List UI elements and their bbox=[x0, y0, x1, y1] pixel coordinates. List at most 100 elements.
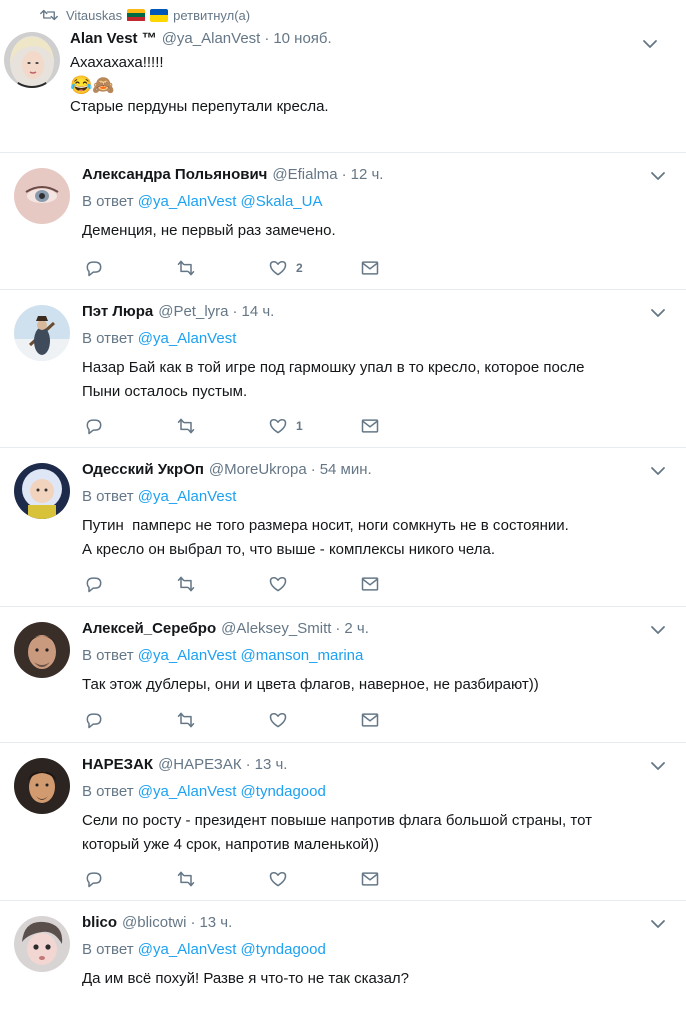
mention-link[interactable]: @ya_AlanVest bbox=[138, 488, 237, 505]
reply-line: Сели по росту - президент повыше напроти… bbox=[82, 812, 592, 829]
tweet-time[interactable]: 14 ч. bbox=[242, 303, 275, 320]
like-icon bbox=[269, 577, 287, 592]
reply-tweet[interactable]: Пэт Люра @Pet_lyra · 14 ч. В ответ @ya_A… bbox=[0, 289, 686, 447]
author-name[interactable]: Александра Польянович bbox=[82, 166, 267, 183]
author-name[interactable]: Алексей_Серебро bbox=[82, 620, 216, 637]
author-handle[interactable]: @blicotwi bbox=[122, 914, 186, 931]
mention-link[interactable]: @tyndagood bbox=[241, 941, 326, 958]
separator-dot: · bbox=[245, 756, 251, 773]
retweet-icon bbox=[177, 418, 195, 434]
avatar[interactable] bbox=[14, 463, 70, 519]
reply-icon bbox=[86, 261, 102, 277]
chevron-down-icon[interactable] bbox=[650, 758, 666, 774]
reply-button[interactable] bbox=[84, 416, 176, 436]
mention-link[interactable]: @ya_AlanVest bbox=[138, 647, 237, 664]
tweet-actions bbox=[84, 574, 452, 594]
author-handle[interactable]: @Pet_lyra bbox=[158, 303, 228, 320]
tweet-actions bbox=[84, 869, 452, 889]
reply-text: Так этож дублеры, они и цвета флагов, на… bbox=[82, 673, 662, 697]
author-name[interactable]: blico bbox=[82, 914, 117, 931]
reply-text: Деменция, не первый раз замечено. bbox=[82, 219, 662, 243]
retweet-icon bbox=[177, 871, 195, 887]
author-handle[interactable]: @Aleksey_Smitt bbox=[221, 620, 331, 637]
reply-tweet[interactable]: Алексей_Серебро @Aleksey_Smitt · 2 ч. В … bbox=[0, 606, 686, 742]
retweeter-name[interactable]: Vitauskas bbox=[66, 8, 122, 23]
reply-tweet[interactable]: Одесский УкрОп @MoreUkropa · 54 мин. В о… bbox=[0, 447, 686, 606]
reply-tweet[interactable]: blico @blicotwi · 13 ч. В ответ @ya_Alan… bbox=[0, 900, 686, 1022]
message-icon bbox=[361, 419, 379, 433]
author-handle[interactable]: @MoreUkropa bbox=[209, 461, 307, 478]
separator-dot: · bbox=[335, 620, 341, 637]
avatar[interactable] bbox=[14, 168, 70, 224]
author-name[interactable]: Пэт Люра bbox=[82, 303, 153, 320]
like-button[interactable] bbox=[268, 574, 360, 594]
tweet-header: blico @blicotwi · 13 ч. bbox=[82, 914, 232, 931]
reply-tweet[interactable]: Александра Польянович @Efialma · 12 ч. В… bbox=[0, 152, 686, 289]
tweet-time[interactable]: 12 ч. bbox=[351, 166, 384, 183]
reply-line: Да им всё похуй! Разве я что-то не так с… bbox=[82, 970, 410, 987]
avatar[interactable] bbox=[14, 622, 70, 678]
mention-link[interactable]: @ya_AlanVest bbox=[138, 193, 237, 210]
avatar[interactable] bbox=[4, 32, 60, 88]
tweet-time[interactable]: 2 ч. bbox=[344, 620, 369, 637]
chevron-down-icon[interactable] bbox=[650, 622, 666, 638]
retweet-button[interactable] bbox=[176, 416, 268, 436]
like-button[interactable]: 1 bbox=[268, 416, 360, 436]
retweet-button[interactable] bbox=[176, 574, 268, 594]
retweet-button[interactable] bbox=[176, 258, 268, 278]
mention-link[interactable]: @Skala_UA bbox=[241, 193, 323, 210]
author-handle[interactable]: @ya_AlanVest bbox=[162, 30, 261, 47]
reply-line: который уже 4 срок, напротив маленькой)) bbox=[82, 836, 380, 853]
reply-button[interactable] bbox=[84, 574, 176, 594]
separator-dot: · bbox=[190, 914, 196, 931]
avatar[interactable] bbox=[14, 305, 70, 361]
retweet-button[interactable] bbox=[176, 869, 268, 889]
tweet-header: Пэт Люра @Pet_lyra · 14 ч. bbox=[82, 303, 274, 320]
lithuania-flag-icon bbox=[127, 8, 146, 22]
reply-button[interactable] bbox=[84, 869, 176, 889]
in-reply-label: В ответ bbox=[82, 193, 134, 210]
tweet-time[interactable]: 13 ч. bbox=[255, 756, 288, 773]
mention-link[interactable]: @ya_AlanVest bbox=[138, 941, 237, 958]
like-button[interactable] bbox=[268, 869, 360, 889]
mention-link[interactable]: @ya_AlanVest bbox=[138, 783, 237, 800]
author-name[interactable]: Alan Vest ™ bbox=[70, 30, 157, 47]
in-reply-to: В ответ @ya_AlanVest bbox=[82, 330, 236, 347]
message-button[interactable] bbox=[360, 258, 452, 278]
avatar[interactable] bbox=[14, 758, 70, 814]
separator-dot: · bbox=[341, 166, 347, 183]
chevron-down-icon[interactable] bbox=[642, 36, 658, 52]
retweet-button[interactable] bbox=[176, 710, 268, 730]
message-button[interactable] bbox=[360, 574, 452, 594]
tweet-time[interactable]: 10 нояб. bbox=[273, 30, 331, 47]
mention-link[interactable]: @tyndagood bbox=[241, 783, 326, 800]
tweet-line: Ахахахаха!!!!! bbox=[70, 54, 164, 71]
tweet-time[interactable]: 54 мин. bbox=[320, 461, 372, 478]
reply-tweet[interactable]: НАРЕЗАК @НАРЕЗАК · 13 ч. В ответ @ya_Ala… bbox=[0, 742, 686, 900]
like-button[interactable] bbox=[268, 710, 360, 730]
author-name[interactable]: Одесский УкрОп bbox=[82, 461, 204, 478]
message-button[interactable] bbox=[360, 869, 452, 889]
mention-link[interactable]: @ya_AlanVest bbox=[138, 330, 237, 347]
chevron-down-icon[interactable] bbox=[650, 463, 666, 479]
like-button[interactable]: 2 bbox=[268, 258, 360, 278]
reply-line: Так этож дублеры, они и цвета флагов, на… bbox=[82, 676, 539, 693]
reply-text: Назар Бай как в той игре под гармошку уп… bbox=[82, 356, 662, 404]
tweet-time[interactable]: 13 ч. bbox=[199, 914, 232, 931]
reply-button[interactable] bbox=[84, 710, 176, 730]
reply-button[interactable] bbox=[84, 258, 176, 278]
author-handle[interactable]: @НАРЕЗАК bbox=[158, 756, 242, 773]
chevron-down-icon[interactable] bbox=[650, 305, 666, 321]
message-icon bbox=[361, 713, 379, 727]
author-name[interactable]: НАРЕЗАК bbox=[82, 756, 153, 773]
main-tweet[interactable]: Alan Vest ™ @ya_AlanVest · 10 нояб. Ахах… bbox=[0, 26, 686, 156]
message-button[interactable] bbox=[360, 710, 452, 730]
chevron-down-icon[interactable] bbox=[650, 168, 666, 184]
mention-link[interactable]: @manson_marina bbox=[241, 647, 364, 664]
reply-text: Да им всё похуй! Разве я что-то не так с… bbox=[82, 967, 662, 991]
tweet-header: Alan Vest ™ @ya_AlanVest · 10 нояб. bbox=[70, 30, 332, 47]
message-button[interactable] bbox=[360, 416, 452, 436]
chevron-down-icon[interactable] bbox=[650, 916, 666, 932]
avatar[interactable] bbox=[14, 916, 70, 972]
author-handle[interactable]: @Efialma bbox=[272, 166, 337, 183]
